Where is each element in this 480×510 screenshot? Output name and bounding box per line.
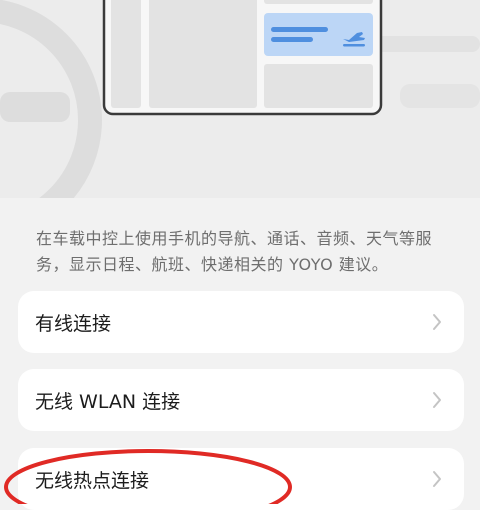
- option-label: 有线连接: [35, 312, 112, 335]
- feature-description: 在车载中控上使用手机的导航、通话、音频、天气等服务，显示日程、航班、快递相关的 …: [36, 229, 433, 274]
- option-label: 无线热点连接: [35, 469, 150, 492]
- chevron-right-icon: [433, 392, 441, 408]
- chevron-right-icon: [433, 314, 441, 330]
- airplane-icon: [343, 32, 365, 47]
- wired-connection-option[interactable]: 有线连接: [18, 291, 464, 353]
- car-display-illustration: [0, 0, 480, 198]
- wireless-hotspot-connection-option[interactable]: 无线热点连接: [18, 448, 464, 510]
- wireless-wlan-connection-option[interactable]: 无线 WLAN 连接: [18, 369, 464, 431]
- chevron-right-icon: [433, 471, 441, 487]
- option-label: 无线 WLAN 连接: [35, 390, 181, 413]
